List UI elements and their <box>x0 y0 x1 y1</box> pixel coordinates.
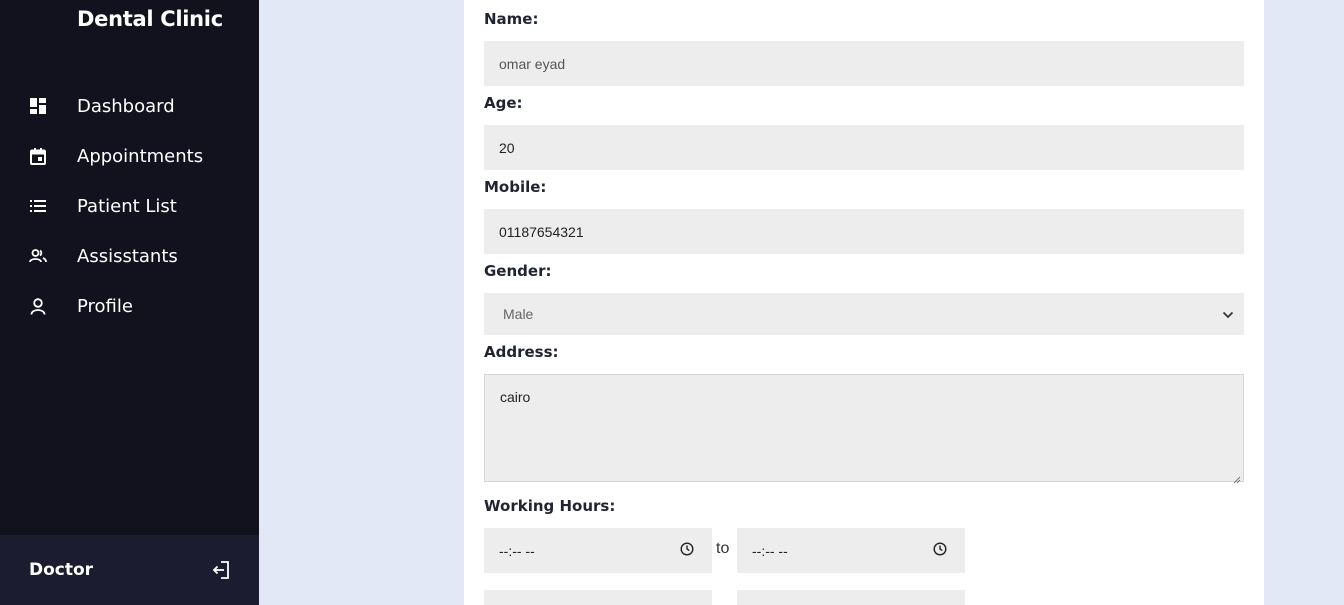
mobile-label: Mobile: <box>484 178 547 196</box>
working-hours-from-input[interactable]: --:-- -- <box>484 528 712 573</box>
logout-icon[interactable] <box>210 559 232 581</box>
sidebar-item-label: Assisstants <box>77 245 178 267</box>
calendar-icon <box>29 147 47 165</box>
time-from-value: --:-- -- <box>499 542 535 559</box>
sidebar-item-appointments[interactable]: Appointments <box>0 131 259 181</box>
gender-label: Gender: <box>484 262 552 280</box>
sidebar-item-label: Patient List <box>77 195 177 217</box>
sidebar-item-profile[interactable]: Profile <box>0 281 259 331</box>
sidebar-item-patient-list[interactable]: Patient List <box>0 181 259 231</box>
sidebar-item-dashboard[interactable]: Dashboard <box>0 81 259 131</box>
time-separator: to <box>716 540 730 557</box>
sidebar-nav: Dashboard Appointments Patient List Assi… <box>0 81 259 331</box>
chevron-down-icon <box>1222 306 1234 322</box>
brand-title: Dental Clinic <box>77 7 223 31</box>
gender-select[interactable]: Male <box>484 293 1244 335</box>
list-icon <box>29 197 47 215</box>
mobile-input[interactable] <box>484 209 1244 254</box>
user-icon <box>29 297 47 315</box>
age-label: Age: <box>484 94 523 112</box>
age-input[interactable] <box>484 125 1244 170</box>
working-hours-to-input-2[interactable] <box>737 590 965 605</box>
user-role: Doctor <box>29 560 94 580</box>
sidebar: Dental Clinic Dashboard Appointments Pat… <box>0 0 259 605</box>
sidebar-item-assistants[interactable]: Assisstants <box>0 231 259 281</box>
profile-form: Name: Age: Mobile: Gender: Male Address:… <box>464 0 1264 605</box>
group-icon <box>29 247 47 265</box>
sidebar-item-label: Appointments <box>77 145 204 167</box>
working-hours-to-input[interactable]: --:-- -- <box>737 528 965 573</box>
dashboard-icon <box>29 97 47 115</box>
working-hours-from-input-2[interactable] <box>484 590 712 605</box>
address-value: cairo <box>500 389 531 405</box>
gender-selected-value: Male <box>503 306 534 322</box>
clock-icon <box>933 542 947 559</box>
address-label: Address: <box>484 343 559 361</box>
sidebar-item-label: Dashboard <box>77 95 175 117</box>
working-hours-label: Working Hours: <box>484 497 616 515</box>
resize-grip-icon[interactable] <box>1233 471 1241 484</box>
name-input[interactable] <box>484 41 1244 86</box>
clock-icon <box>680 542 694 559</box>
name-label: Name: <box>484 10 539 28</box>
user-bar: Doctor <box>0 535 259 605</box>
sidebar-item-label: Profile <box>77 295 133 317</box>
address-textarea[interactable]: cairo <box>484 374 1244 484</box>
time-to-value: --:-- -- <box>752 542 788 559</box>
